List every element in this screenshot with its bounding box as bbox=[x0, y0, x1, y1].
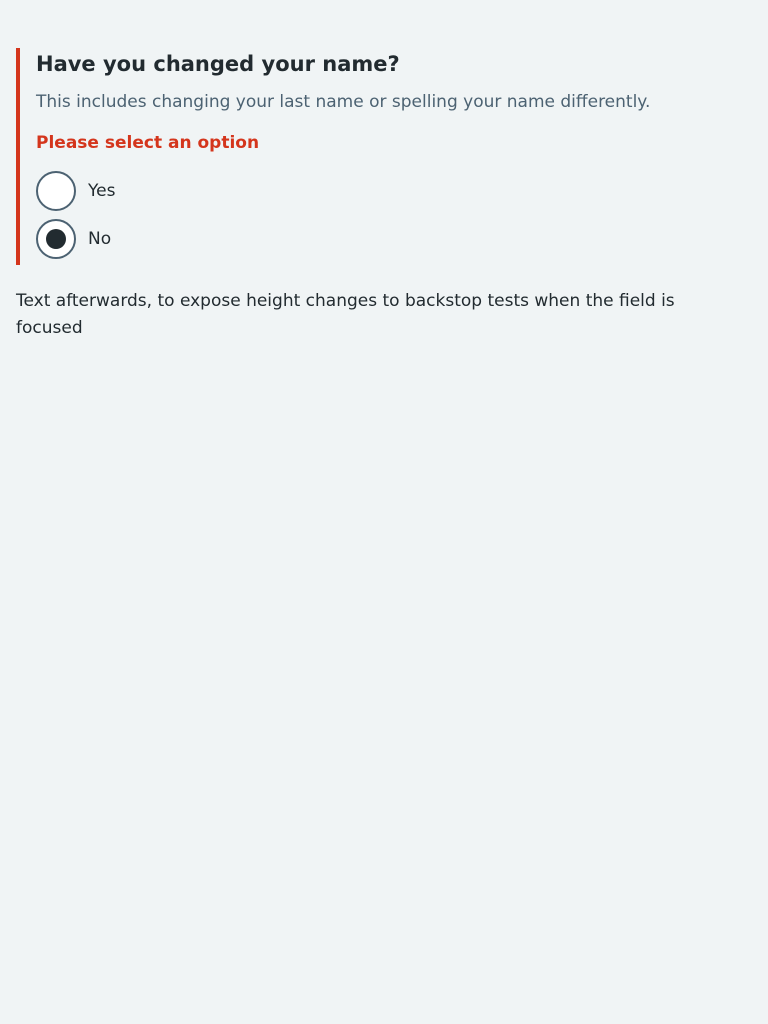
radio-selected-dot bbox=[46, 229, 66, 249]
radio-button-yes[interactable] bbox=[36, 171, 76, 211]
question-legend: Have you changed your name? bbox=[36, 52, 400, 76]
radio-button-no[interactable] bbox=[36, 219, 76, 259]
question-hint: This includes changing your last name or… bbox=[36, 92, 651, 112]
radio-option-yes[interactable]: Yes bbox=[36, 171, 752, 211]
after-text: Text afterwards, to expose height change… bbox=[16, 291, 675, 338]
radio-label-yes[interactable]: Yes bbox=[88, 179, 115, 203]
radio-label-no[interactable]: No bbox=[88, 227, 111, 251]
radio-option-no[interactable]: No bbox=[36, 219, 752, 259]
page: Have you changed your name? This include… bbox=[0, 0, 768, 1024]
name-change-fieldset: Have you changed your name? This include… bbox=[16, 48, 752, 265]
error-message: Please select an option bbox=[36, 133, 260, 153]
